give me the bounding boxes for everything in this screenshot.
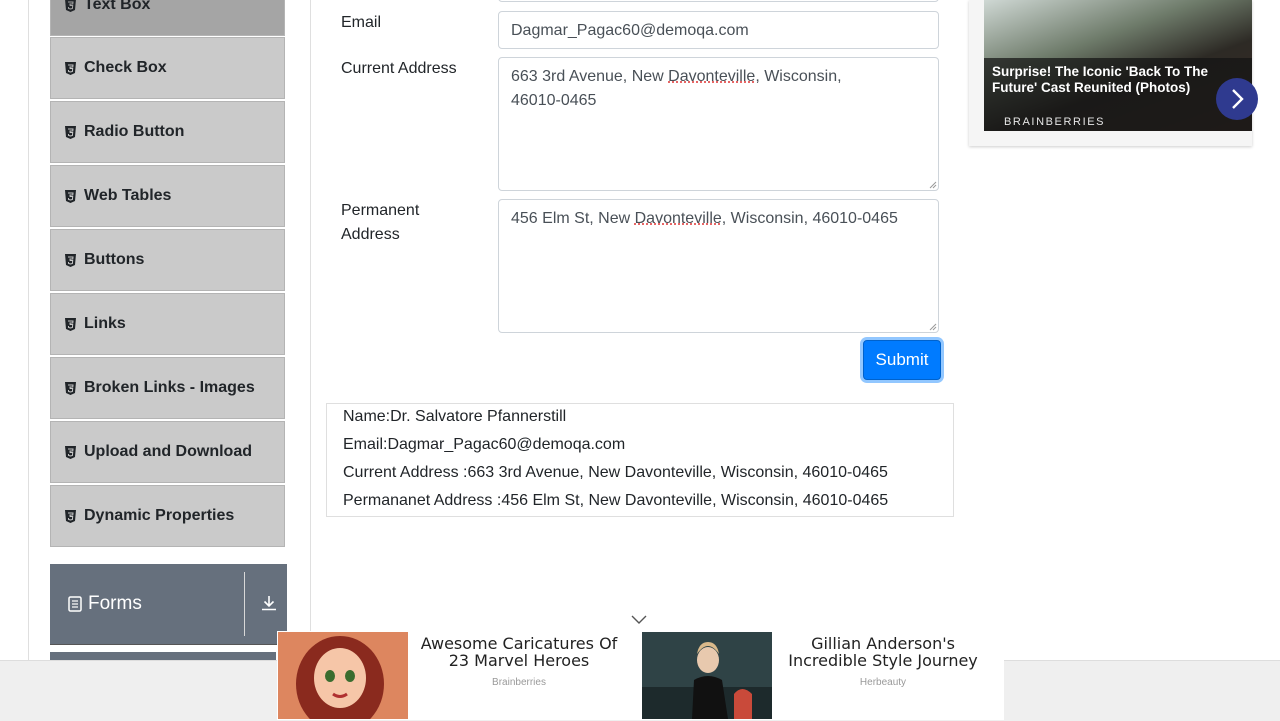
sidebar-item-label: Web Tables [84, 187, 172, 204]
spellcheck-word: Davonteville [634, 210, 722, 227]
html5-icon [65, 381, 76, 395]
ad-top-source: BRAINBERRIES [1004, 116, 1106, 128]
ad-bottom-1-title[interactable]: Awesome Caricatures Of 23 Marvel Heroes [416, 635, 622, 669]
ad-thumbnail-caricature[interactable] [278, 632, 408, 719]
sidebar-item-label: Upload and Download [84, 443, 252, 460]
permanent-address-label-line: Address [341, 226, 400, 243]
sidebar-item-label: Radio Button [84, 123, 185, 140]
permanent-address-label-line: Permanent [341, 202, 420, 219]
group-header-label: Forms [88, 593, 142, 614]
ad-top-title[interactable]: Surprise! The Iconic 'Back To The Future… [992, 64, 1217, 96]
output-permanent-address: Permananet Address :456 Elm St, New Davo… [343, 492, 889, 509]
sidebar-item-check-box[interactable]: Check Box [50, 37, 285, 99]
sidebar-item-label: Check Box [84, 59, 167, 76]
sidebar-item-dynamic-properties[interactable]: Dynamic Properties [50, 485, 285, 547]
sidebar-item-label: Links [84, 315, 126, 332]
ad-top-image[interactable]: Surprise! The Iconic 'Back To The Future… [984, 0, 1252, 131]
sidebar-item-label: Dynamic Properties [84, 507, 235, 524]
sidebar-item-text-box[interactable]: Text Box [50, 0, 285, 36]
group-header-separator [244, 572, 245, 636]
sidebar-item-label: Text Box [84, 0, 151, 13]
ad-thumbnail-portrait[interactable] [642, 632, 772, 719]
sidebar-divider [310, 0, 311, 720]
chevron-down-icon[interactable] [631, 612, 647, 626]
output-email: Email:Dagmar_Pagac60@demoqa.com [343, 436, 626, 453]
output-name: Name:Dr. Salvatore Pfannerstill [343, 408, 567, 425]
left-border [28, 0, 29, 720]
group-header-forms[interactable]: Forms [50, 564, 287, 645]
bottom-ads: Awesome Caricatures Of 23 Marvel Heroes … [277, 631, 1004, 720]
current-address-label: Current Address [341, 60, 457, 77]
sidebar-item-links[interactable]: Links [50, 293, 285, 355]
output-current-address: Current Address :663 3rd Avenue, New Dav… [343, 464, 888, 481]
resize-grip-icon[interactable] [929, 323, 937, 331]
current-address-field[interactable]: 663 3rd Avenue, New Davonteville, Wiscon… [498, 57, 939, 191]
output-panel: Name:Dr. Salvatore Pfannerstill Email:Da… [326, 403, 954, 517]
current-address-text: 663 3rd Avenue, New [511, 68, 669, 85]
sidebar-item-label: Buttons [84, 251, 145, 268]
sidebar-item-broken-links[interactable]: Broken Links - Images [50, 357, 285, 419]
permanent-address-label: Permanent Address [341, 199, 419, 247]
ad-bottom-1-source: Brainberries [492, 677, 546, 688]
submit-button[interactable]: Submit [863, 340, 941, 380]
current-address-text: , Wisconsin, [755, 68, 842, 85]
previous-field-edge [498, 0, 939, 2]
document-icon [68, 596, 82, 612]
html5-icon [65, 509, 76, 523]
permanent-address-line: 456 Elm St, New Davonteville, Wisconsin,… [511, 207, 926, 231]
email-label: Email [341, 14, 382, 31]
permanent-address-field[interactable]: 456 Elm St, New Davonteville, Wisconsin,… [498, 199, 939, 333]
permanent-address-text: , Wisconsin, 46010-0465 [721, 210, 898, 227]
sidebar-item-radio-button[interactable]: Radio Button [50, 101, 285, 163]
email-value: Dagmar_Pagac60@demoqa.com [511, 22, 749, 39]
email-field[interactable]: Dagmar_Pagac60@demoqa.com [498, 11, 939, 49]
sidebar-item-buttons[interactable]: Buttons [50, 229, 285, 291]
chevron-right-icon [1232, 89, 1244, 109]
sidebar-item-web-tables[interactable]: Web Tables [50, 165, 285, 227]
ad-bottom-2-source: Herbeauty [859, 677, 907, 688]
sidebar-item-upload-download[interactable]: Upload and Download [50, 421, 285, 483]
current-address-line-1: 663 3rd Avenue, New Davonteville, Wiscon… [511, 65, 926, 89]
sidebar-item-label: Broken Links - Images [84, 379, 255, 396]
ad-top[interactable]: Surprise! The Iconic 'Back To The Future… [969, 0, 1258, 146]
permanent-address-text: 456 Elm St, New [511, 210, 635, 227]
html5-icon [65, 317, 76, 331]
html5-icon [65, 189, 76, 203]
html5-icon [65, 125, 76, 139]
html5-icon [65, 253, 76, 267]
html5-icon [65, 445, 76, 459]
ad-bottom-2-title[interactable]: Gillian Anderson's Incredible Style Jour… [780, 635, 986, 669]
resize-grip-icon[interactable] [929, 181, 937, 189]
current-address-line-2: 46010-0465 [511, 92, 597, 109]
html5-icon [65, 0, 76, 12]
html5-icon [65, 61, 76, 75]
spellcheck-word: Davonteville [668, 68, 756, 85]
download-icon[interactable] [260, 594, 278, 612]
ad-next-arrow[interactable] [1216, 78, 1258, 120]
